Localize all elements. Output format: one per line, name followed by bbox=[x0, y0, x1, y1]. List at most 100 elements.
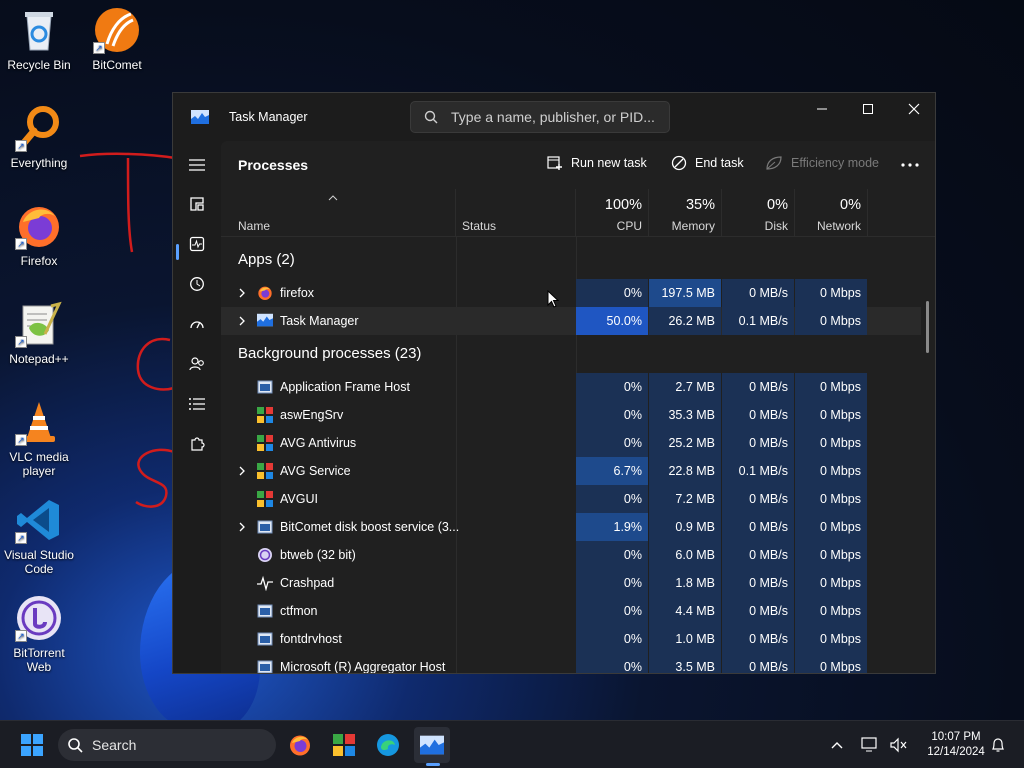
generic-process-window-icon bbox=[257, 519, 273, 535]
generic-process-window-icon bbox=[257, 603, 273, 619]
process-row[interactable]: BitComet disk boost service (3... 1.9% 0.9… bbox=[221, 513, 921, 541]
column-cpu[interactable]: 100% CPU bbox=[576, 189, 649, 237]
nav-users[interactable] bbox=[181, 348, 213, 380]
search-icon bbox=[68, 738, 83, 753]
process-network: 0 Mbps bbox=[795, 279, 867, 307]
close-button[interactable] bbox=[891, 93, 937, 125]
run-new-task-button[interactable]: Run new task bbox=[547, 155, 647, 171]
network-status-button[interactable] bbox=[856, 727, 884, 763]
nav-details[interactable] bbox=[181, 388, 213, 420]
process-memory: 0.9 MB bbox=[649, 513, 721, 541]
desktop-icon-notepad-plus-plus[interactable]: ↗ Notepad++ bbox=[0, 300, 78, 366]
process-row[interactable]: Application Frame Host 0% 2.7 MB 0 MB/s 0 Mb… bbox=[221, 373, 921, 401]
search-input[interactable]: Type a name, publisher, or PID... bbox=[410, 101, 670, 133]
edge-icon bbox=[377, 734, 399, 756]
process-row[interactable]: AVG Antivirus 0% 25.2 MB 0 MB/s 0 Mbps bbox=[221, 429, 921, 457]
nav-startup-apps[interactable] bbox=[181, 308, 213, 340]
process-memory: 4.4 MB bbox=[649, 597, 721, 625]
processes-grid-icon bbox=[190, 197, 204, 211]
efficiency-mode-label: Efficiency mode bbox=[791, 156, 880, 170]
column-memory[interactable]: 35% Memory bbox=[649, 189, 722, 237]
show-hidden-icons-button[interactable] bbox=[820, 727, 854, 763]
title-bar[interactable]: Task Manager Type a name, publisher, or … bbox=[173, 93, 935, 141]
taskbar-firefox[interactable] bbox=[282, 727, 318, 763]
expand-chevron-icon[interactable] bbox=[237, 521, 247, 533]
nav-processes[interactable] bbox=[181, 188, 213, 220]
column-status[interactable]: Status bbox=[456, 189, 576, 237]
process-row[interactable]: AVGUI 0% 7.2 MB 0 MB/s 0 Mbps bbox=[221, 485, 921, 513]
desktop-icon-bitcomet[interactable]: ↗ BitComet bbox=[78, 6, 156, 72]
vertical-scrollbar[interactable] bbox=[926, 301, 929, 353]
vlc-cone-icon: ↗ bbox=[15, 398, 63, 446]
process-name: ctfmon bbox=[280, 604, 318, 618]
hamburger-menu-button[interactable] bbox=[181, 149, 213, 181]
minimize-button[interactable] bbox=[799, 93, 845, 125]
section-header-background: Background processes (23) bbox=[238, 345, 422, 362]
recycle-bin-icon bbox=[15, 6, 63, 54]
notifications-button[interactable] bbox=[984, 727, 1012, 763]
process-row[interactable]: aswEngSrv 0% 35.3 MB 0 MB/s 0 Mbps bbox=[221, 401, 921, 429]
avg-icon bbox=[257, 491, 273, 507]
process-row[interactable]: firefox 0% 197.5 MB 0 MB/s 0 Mbps bbox=[221, 279, 921, 307]
search-placeholder: Type a name, publisher, or PID... bbox=[451, 109, 655, 125]
end-task-button[interactable]: End task bbox=[671, 155, 744, 171]
process-row[interactable]: Task Manager 50.0% 26.2 MB 0.1 MB/s 0 Mbps bbox=[221, 307, 921, 335]
process-cpu: 0% bbox=[576, 653, 648, 673]
process-disk: 0 MB/s bbox=[722, 597, 794, 625]
navigation-sidebar bbox=[173, 141, 221, 753]
process-memory: 1.8 MB bbox=[649, 569, 721, 597]
desktop-icon-everything[interactable]: ↗ Everything bbox=[0, 104, 78, 170]
desktop-icon-label: Visual Studio Code bbox=[4, 548, 74, 576]
process-row[interactable]: ctfmon 0% 4.4 MB 0 MB/s 0 Mbps bbox=[221, 597, 921, 625]
volume-button[interactable] bbox=[884, 727, 912, 763]
desktop-icon-recycle-bin[interactable]: Recycle Bin bbox=[0, 6, 78, 72]
expand-chevron-icon[interactable] bbox=[237, 315, 247, 327]
avg-icon bbox=[257, 407, 273, 423]
column-name[interactable]: Name bbox=[221, 189, 456, 237]
process-cpu: 50.0% bbox=[576, 307, 648, 335]
sort-ascending-icon bbox=[328, 195, 338, 201]
taskbar-edge[interactable] bbox=[370, 727, 406, 763]
nav-app-history[interactable] bbox=[181, 268, 213, 300]
desktop-icon-firefox[interactable]: ↗ Firefox bbox=[0, 202, 78, 268]
expand-chevron-icon[interactable] bbox=[237, 465, 247, 477]
desktop-icon-vscode[interactable]: ↗ Visual Studio Code bbox=[0, 496, 78, 576]
more-dots-icon bbox=[901, 163, 919, 167]
column-network-label: Network bbox=[816, 219, 861, 233]
start-button[interactable] bbox=[14, 727, 50, 763]
nav-services[interactable] bbox=[181, 428, 213, 460]
process-row[interactable]: Microsoft (R) Aggregator Host 0% 3.5 MB 0 M… bbox=[221, 653, 921, 673]
hamburger-icon bbox=[189, 159, 205, 171]
taskbar-task-manager[interactable] bbox=[414, 727, 450, 763]
process-network: 0 Mbps bbox=[795, 401, 867, 429]
process-network: 0 Mbps bbox=[795, 429, 867, 457]
process-row[interactable]: fontdrvhost 0% 1.0 MB 0 MB/s 0 Mbps bbox=[221, 625, 921, 653]
process-row[interactable]: Crashpad 0% 1.8 MB 0 MB/s 0 Mbps bbox=[221, 569, 921, 597]
process-network: 0 Mbps bbox=[795, 373, 867, 401]
process-cpu: 0% bbox=[576, 485, 648, 513]
efficiency-mode-button[interactable]: Efficiency mode bbox=[765, 155, 879, 171]
generic-process-window-icon bbox=[257, 659, 273, 673]
process-row[interactable]: btweb (32 bit) 0% 6.0 MB 0 MB/s 0 Mbps bbox=[221, 541, 921, 569]
column-header-row: Name Status 100% CPU 35% Memory 0% Disk … bbox=[221, 189, 935, 237]
process-network: 0 Mbps bbox=[795, 457, 867, 485]
more-options-button[interactable] bbox=[901, 163, 927, 167]
desktop-icon-bittorrent-web[interactable]: ↗ BitTorrent Web bbox=[0, 594, 78, 674]
cpu-total-percent: 100% bbox=[604, 197, 642, 213]
maximize-button[interactable] bbox=[845, 93, 891, 125]
taskbar-search[interactable]: Search bbox=[58, 729, 276, 761]
process-name: Crashpad bbox=[280, 576, 335, 590]
desktop-icon-label: VLC media player bbox=[9, 450, 69, 478]
process-network: 0 Mbps bbox=[795, 597, 867, 625]
desktop-icon-vlc[interactable]: ↗ VLC media player bbox=[0, 398, 78, 478]
expand-chevron-icon[interactable] bbox=[237, 287, 247, 299]
column-disk[interactable]: 0% Disk bbox=[722, 189, 795, 237]
process-row[interactable]: AVG Service 6.7% 22.8 MB 0.1 MB/s 0 Mbps bbox=[221, 457, 921, 485]
process-memory: 22.8 MB bbox=[649, 457, 721, 485]
toolbar: Processes Run new task End task Efficien… bbox=[221, 141, 935, 189]
column-network[interactable]: 0% Network bbox=[795, 189, 868, 237]
process-name: Microsoft (R) Aggregator Host bbox=[280, 660, 446, 673]
nav-performance[interactable] bbox=[181, 228, 213, 260]
process-disk: 0.1 MB/s bbox=[722, 457, 794, 485]
taskbar-avg[interactable] bbox=[326, 727, 362, 763]
